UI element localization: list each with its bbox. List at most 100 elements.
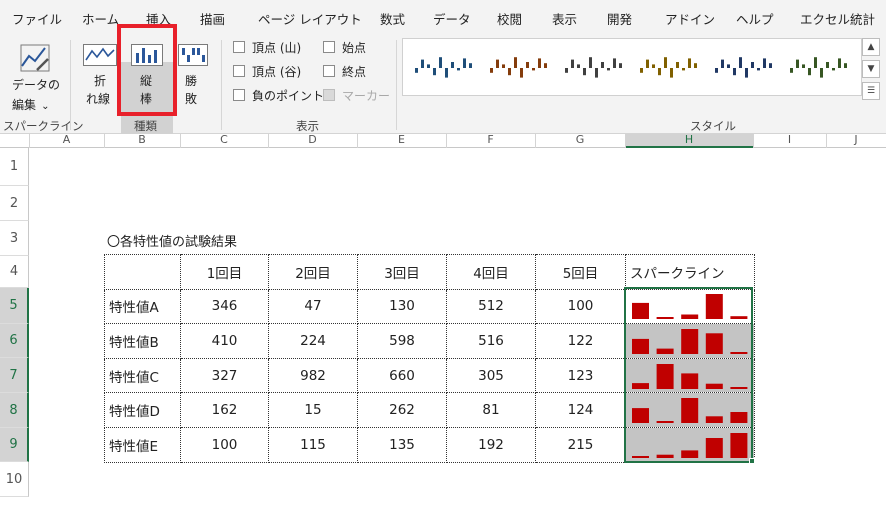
column-header-b[interactable]: B	[104, 134, 180, 148]
style-option-2[interactable]	[488, 53, 552, 83]
sparkline-bar	[680, 398, 698, 424]
row-header-5[interactable]: 5	[0, 288, 29, 324]
row-label-cell[interactable]: 特性値B	[104, 323, 181, 359]
row-label-cell[interactable]: 特性値C	[104, 357, 181, 394]
fill-handle[interactable]	[749, 458, 755, 464]
row-header-7[interactable]: 7	[0, 358, 29, 393]
table-corner-cell[interactable]	[104, 254, 181, 290]
column-header-h[interactable]: H	[625, 134, 753, 148]
edit-data-button[interactable]: データの 編集 ⌄	[4, 40, 64, 114]
value-cell[interactable]: 598	[357, 323, 447, 359]
tab-9[interactable]: 表示	[552, 9, 577, 28]
value-cell[interactable]: 100	[180, 426, 269, 463]
tab-12[interactable]: ヘルプ	[736, 9, 774, 28]
style-swatch-bar	[490, 68, 493, 73]
low-point-checkbox[interactable]	[233, 65, 245, 77]
row-header-4[interactable]: 4	[0, 256, 29, 288]
value-cell[interactable]: 162	[180, 392, 269, 428]
column-header-a[interactable]: A	[29, 134, 104, 148]
style-option-3[interactable]	[563, 53, 627, 83]
last-point-checkbox[interactable]	[323, 65, 335, 77]
sparkline-cell[interactable]	[625, 323, 755, 359]
high-point-checkbox[interactable]	[233, 41, 245, 53]
row-header-1[interactable]: 1	[0, 148, 29, 186]
row-header-10[interactable]: 10	[0, 462, 29, 497]
chevron-down-icon: ⌄	[41, 101, 50, 112]
tab-11[interactable]: アドイン	[665, 9, 715, 28]
style-scroll-down-button[interactable]: ▼	[862, 60, 880, 78]
style-option-5[interactable]	[713, 53, 777, 83]
value-cell[interactable]: 100	[535, 288, 626, 325]
row-label-cell[interactable]: 特性値D	[104, 392, 181, 428]
sheet-caption[interactable]: 〇各特性値の試験結果	[107, 231, 237, 250]
value-cell[interactable]: 122	[535, 323, 626, 359]
table-row: 特性値A 346 47 130 512 100	[104, 288, 755, 325]
markers-checkbox[interactable]	[323, 89, 335, 101]
negative-points-checkbox[interactable]	[233, 89, 245, 101]
value-cell[interactable]: 123	[535, 357, 626, 394]
value-cell[interactable]: 262	[357, 392, 447, 428]
column-header-f[interactable]: F	[446, 134, 535, 148]
value-cell[interactable]: 410	[180, 323, 269, 359]
column-header-c[interactable]: C	[180, 134, 268, 148]
first-point-checkbox[interactable]	[323, 41, 335, 53]
tab-13[interactable]: エクセル統計	[800, 9, 875, 28]
style-option-6[interactable]	[788, 53, 852, 83]
sparkline-cell[interactable]	[625, 392, 755, 428]
tab-8[interactable]: 校閲	[497, 9, 522, 28]
style-scroll-up-button[interactable]: ▲	[862, 38, 880, 56]
value-cell[interactable]: 124	[535, 392, 626, 428]
tab-6[interactable]: 数式	[380, 9, 405, 28]
sparkline-header-cell[interactable]: スパークライン	[625, 254, 755, 290]
table-header-cell[interactable]: 1回目	[180, 254, 269, 290]
tab-4[interactable]: 描画	[200, 9, 225, 28]
value-cell[interactable]: 115	[268, 426, 358, 463]
tab-5[interactable]: ページ レイアウト	[258, 9, 362, 28]
column-gridline	[357, 134, 358, 148]
value-cell[interactable]: 15	[268, 392, 358, 428]
row-header-2[interactable]: 2	[0, 186, 29, 221]
style-option-4[interactable]	[638, 53, 702, 83]
line-sparkline-button[interactable]: 折 れ線	[82, 40, 118, 116]
sparkline-cell[interactable]	[625, 426, 755, 463]
value-cell[interactable]: 982	[268, 357, 358, 394]
row-header-3[interactable]: 3	[0, 221, 29, 256]
value-cell[interactable]: 81	[446, 392, 536, 428]
value-cell[interactable]: 305	[446, 357, 536, 394]
sparkline-cell[interactable]	[625, 357, 755, 394]
table-header-cell[interactable]: 4回目	[446, 254, 536, 290]
sparkline-cell[interactable]	[625, 288, 755, 325]
value-cell[interactable]: 516	[446, 323, 536, 359]
column-header-d[interactable]: D	[268, 134, 357, 148]
column-header-g[interactable]: G	[535, 134, 625, 148]
column-header-i[interactable]: I	[753, 134, 826, 148]
row-label-cell[interactable]: 特性値A	[104, 288, 181, 325]
edit-data-label-row: 編集 ⌄	[12, 94, 50, 114]
column-header-e[interactable]: E	[357, 134, 446, 148]
tab-2[interactable]: ホーム	[82, 9, 119, 28]
value-cell[interactable]: 135	[357, 426, 447, 463]
value-cell[interactable]: 215	[535, 426, 626, 463]
table-header-cell[interactable]: 5回目	[535, 254, 626, 290]
value-cell[interactable]: 130	[357, 288, 447, 325]
row-header-8[interactable]: 8	[0, 393, 29, 428]
row-label-cell[interactable]: 特性値E	[104, 426, 181, 463]
row-header-9[interactable]: 9	[0, 428, 29, 462]
tab-10[interactable]: 開発	[607, 9, 632, 28]
winloss-sparkline-button[interactable]: 勝 敗	[176, 40, 210, 116]
value-cell[interactable]: 224	[268, 323, 358, 359]
value-cell[interactable]: 327	[180, 357, 269, 394]
tab-1[interactable]: ファイル	[12, 9, 62, 28]
value-cell[interactable]: 512	[446, 288, 536, 325]
style-option-1[interactable]	[413, 53, 477, 83]
row-header-6[interactable]: 6	[0, 324, 29, 358]
tab-7[interactable]: データ	[433, 9, 471, 28]
value-cell[interactable]: 47	[268, 288, 358, 325]
value-cell[interactable]: 660	[357, 357, 447, 394]
value-cell[interactable]: 346	[180, 288, 269, 325]
style-more-button[interactable]: ☰	[862, 82, 880, 100]
column-header-j[interactable]: J	[826, 134, 886, 148]
table-header-cell[interactable]: 3回目	[357, 254, 447, 290]
table-header-cell[interactable]: 2回目	[268, 254, 358, 290]
value-cell[interactable]: 192	[446, 426, 536, 463]
